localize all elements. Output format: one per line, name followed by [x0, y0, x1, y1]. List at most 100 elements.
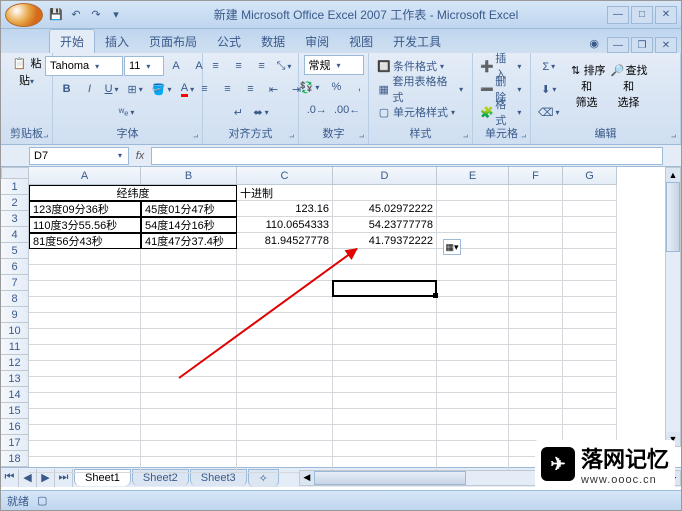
cell[interactable] — [563, 185, 617, 201]
cell[interactable] — [509, 425, 563, 441]
cell[interactable]: 经纬度 — [29, 185, 237, 201]
align-top-button[interactable]: ≡ — [205, 55, 227, 77]
fx-button[interactable]: fx — [129, 146, 151, 166]
cell[interactable]: 45.02972222 — [333, 201, 437, 217]
cell[interactable] — [29, 377, 141, 393]
maximize-button[interactable]: □ — [631, 6, 653, 24]
increase-decimal-button[interactable]: .0→ — [304, 99, 330, 121]
cell[interactable] — [437, 265, 509, 281]
macro-record-icon[interactable]: ▢ — [37, 494, 47, 507]
cell[interactable] — [237, 409, 333, 425]
close-button[interactable]: ✕ — [655, 6, 677, 24]
align-center-button[interactable]: ≡ — [217, 78, 239, 100]
row-header[interactable]: 17 — [1, 435, 29, 451]
column-header[interactable]: B — [141, 167, 237, 185]
fill-color-button[interactable]: 🪣▾ — [149, 78, 177, 100]
cell[interactable] — [141, 297, 237, 313]
select-all-corner[interactable] — [1, 167, 29, 179]
workbook-restore[interactable]: ❐ — [631, 37, 653, 53]
hscroll-thumb[interactable] — [314, 471, 466, 485]
cell[interactable] — [29, 393, 141, 409]
cell[interactable] — [237, 361, 333, 377]
cell[interactable] — [237, 377, 333, 393]
cell[interactable]: 123度09分36秒 — [29, 201, 141, 217]
cell[interactable] — [509, 185, 563, 201]
cell[interactable] — [563, 281, 617, 297]
cell[interactable] — [509, 217, 563, 233]
cell[interactable] — [563, 201, 617, 217]
row-header[interactable]: 4 — [1, 227, 29, 243]
cell[interactable] — [29, 281, 141, 297]
cell[interactable] — [509, 329, 563, 345]
cell[interactable] — [437, 297, 509, 313]
cell[interactable] — [437, 377, 509, 393]
cell[interactable] — [437, 345, 509, 361]
cell[interactable] — [437, 185, 509, 201]
align-right-button[interactable]: ≡ — [240, 78, 262, 100]
qat-more-icon[interactable]: ▾ — [107, 6, 125, 24]
cell[interactable]: 十进制 — [237, 185, 333, 201]
merge-center-button[interactable]: ⬌▾ — [250, 101, 273, 123]
cell[interactable] — [437, 441, 509, 457]
cell[interactable] — [237, 393, 333, 409]
row-header[interactable]: 3 — [1, 211, 29, 227]
name-box[interactable]: D7▾ — [29, 147, 129, 165]
cell[interactable] — [29, 345, 141, 361]
cell[interactable] — [333, 265, 437, 281]
cell[interactable] — [509, 201, 563, 217]
fill-button[interactable]: ⬇▾ — [535, 79, 565, 101]
row-header[interactable]: 16 — [1, 419, 29, 435]
cell[interactable] — [141, 281, 237, 297]
cell[interactable] — [509, 345, 563, 361]
orientation-button[interactable]: ⤡▾ — [274, 55, 297, 77]
cell[interactable] — [333, 409, 437, 425]
format-as-table-button[interactable]: ▦套用表格格式▾ — [373, 78, 468, 100]
row-header[interactable]: 11 — [1, 339, 29, 355]
paste-button[interactable]: 📋 粘贴▾ — [7, 55, 47, 111]
cell[interactable]: 45度01分47秒 — [141, 201, 237, 217]
row-header[interactable]: 6 — [1, 259, 29, 275]
cell[interactable] — [333, 393, 437, 409]
cell[interactable] — [29, 265, 141, 281]
cell[interactable] — [141, 441, 237, 457]
column-header[interactable]: E — [437, 167, 509, 185]
column-header[interactable]: D — [333, 167, 437, 185]
column-header[interactable]: C — [237, 167, 333, 185]
cell[interactable] — [563, 265, 617, 281]
cell[interactable] — [29, 249, 141, 265]
cell[interactable] — [509, 281, 563, 297]
cell[interactable] — [563, 393, 617, 409]
cell[interactable] — [509, 233, 563, 249]
cell[interactable] — [141, 265, 237, 281]
cell[interactable] — [141, 329, 237, 345]
autosum-button[interactable]: Σ▾ — [535, 56, 565, 78]
row-header[interactable]: 10 — [1, 323, 29, 339]
clear-button[interactable]: ⌫▾ — [535, 102, 565, 124]
cell[interactable] — [563, 409, 617, 425]
row-header[interactable]: 5 — [1, 243, 29, 259]
row-header[interactable]: 15 — [1, 403, 29, 419]
cell[interactable] — [333, 297, 437, 313]
cell[interactable] — [141, 457, 237, 473]
minimize-button[interactable]: — — [607, 6, 629, 24]
cell[interactable] — [29, 409, 141, 425]
cell[interactable] — [437, 281, 509, 297]
worksheet[interactable]: 123456789101112131415161718 ABCDEFG 经纬度十… — [1, 167, 681, 467]
vertical-scrollbar[interactable]: ▲ ▼ — [665, 167, 681, 447]
ribbon-help-icon[interactable]: ◉ — [581, 34, 607, 53]
cell[interactable] — [509, 361, 563, 377]
tab-developer[interactable]: 开发工具 — [383, 30, 451, 53]
row-header[interactable]: 1 — [1, 179, 29, 195]
cell[interactable] — [509, 265, 563, 281]
tab-data[interactable]: 数据 — [251, 30, 295, 53]
cell[interactable] — [563, 217, 617, 233]
cell[interactable] — [437, 329, 509, 345]
cell[interactable] — [563, 233, 617, 249]
italic-button[interactable]: I — [79, 78, 101, 100]
find-select-button[interactable]: 🔎查找和 选择 — [609, 62, 649, 118]
cell[interactable] — [29, 313, 141, 329]
cell[interactable] — [563, 313, 617, 329]
cell[interactable] — [509, 313, 563, 329]
cell[interactable] — [237, 281, 333, 297]
column-header[interactable]: A — [29, 167, 141, 185]
